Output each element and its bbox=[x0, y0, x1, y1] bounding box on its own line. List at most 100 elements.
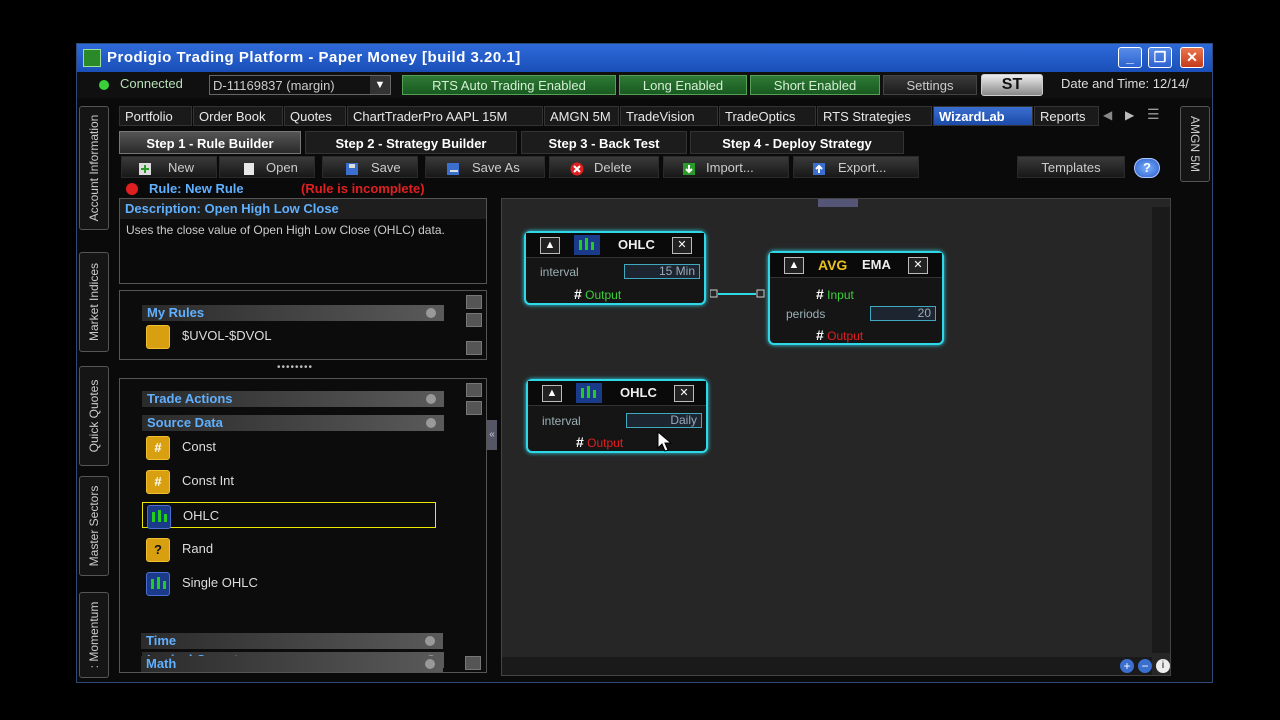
tab-rts-strategies[interactable]: RTS Strategies bbox=[817, 106, 932, 126]
hash-icon: # bbox=[146, 470, 170, 494]
list-item-single-ohlc[interactable]: Single OHLC bbox=[142, 570, 436, 596]
side-tab-quick-quotes[interactable]: Quick Quotes bbox=[79, 366, 109, 466]
zoom-in-icon[interactable]: + bbox=[1120, 659, 1134, 673]
collapse-icon[interactable] bbox=[425, 636, 435, 646]
close-button[interactable]: ✕ bbox=[1180, 47, 1204, 68]
scroll-up-icon[interactable] bbox=[466, 383, 482, 397]
list-item-const[interactable]: # Const bbox=[142, 434, 436, 460]
save-icon bbox=[345, 161, 359, 175]
trade-actions-header[interactable]: Trade Actions bbox=[142, 391, 444, 407]
side-tab-amgn-5m[interactable]: AMGN 5M bbox=[1180, 106, 1210, 182]
minimize-button[interactable]: _ bbox=[1118, 47, 1142, 68]
tab-tradevision[interactable]: TradeVision bbox=[620, 106, 718, 126]
new-button[interactable]: New bbox=[121, 156, 217, 178]
tab-step-1[interactable]: Step 1 - Rule Builder bbox=[119, 131, 301, 154]
list-item[interactable]: $UVOL-$DVOL bbox=[142, 323, 444, 349]
output-port[interactable]: # Output bbox=[574, 286, 621, 302]
chevron-down-icon[interactable]: ▼ bbox=[370, 76, 390, 94]
collapse-icon[interactable] bbox=[426, 394, 436, 404]
save-button[interactable]: Save bbox=[322, 156, 418, 178]
side-tab-master-sectors[interactable]: Master Sectors bbox=[79, 476, 109, 576]
info-icon[interactable]: i bbox=[1156, 659, 1170, 673]
side-tabs: Account Information Market Indices Quick… bbox=[77, 104, 111, 680]
collapse-icon[interactable] bbox=[425, 659, 435, 669]
source-data-header[interactable]: Source Data bbox=[142, 415, 444, 431]
collapse-node-icon[interactable]: ▲ bbox=[542, 385, 562, 402]
tab-scroll-left-icon[interactable]: ◀ bbox=[1103, 108, 1112, 122]
collapse-node-icon[interactable]: ▲ bbox=[540, 237, 560, 254]
settings-button[interactable]: Settings bbox=[883, 75, 977, 95]
side-tab-market-indices[interactable]: Market Indices bbox=[79, 252, 109, 352]
node-header: ▲ AVG EMA ✕ bbox=[770, 253, 942, 278]
templates-button[interactable]: Templates bbox=[1017, 156, 1125, 178]
remove-node-icon[interactable]: ✕ bbox=[672, 237, 692, 254]
side-tab-account-information[interactable]: Account Information bbox=[79, 106, 109, 230]
side-tab-momentum[interactable]: : Momentum bbox=[79, 592, 109, 678]
status-bar: Connected D-11169837 (margin) ▼ RTS Auto… bbox=[77, 72, 1212, 98]
splitter-handle[interactable]: •••••••• bbox=[277, 362, 313, 373]
math-header[interactable]: Math bbox=[141, 656, 443, 672]
canvas-expand-icon[interactable] bbox=[818, 199, 858, 207]
collapse-panel-icon[interactable]: « bbox=[487, 420, 497, 450]
rule-canvas[interactable]: + − i ▲ OHLC ✕ interval 15 Min # Output … bbox=[501, 198, 1171, 676]
open-button[interactable]: Open bbox=[219, 156, 315, 178]
vertical-scrollbar[interactable] bbox=[1152, 207, 1170, 653]
remove-node-icon[interactable]: ✕ bbox=[908, 257, 928, 274]
scroll-down-icon[interactable] bbox=[465, 656, 481, 670]
interval-field[interactable]: 15 Min bbox=[624, 264, 700, 279]
tab-charttraderpro[interactable]: ChartTraderPro AAPL 15M bbox=[347, 106, 543, 126]
my-rules-header[interactable]: My Rules bbox=[142, 305, 444, 321]
list-item-ohlc[interactable]: OHLC bbox=[142, 502, 436, 529]
rule-name: Rule: New Rule bbox=[149, 181, 244, 196]
time-header[interactable]: Time bbox=[141, 633, 443, 649]
collapse-icon[interactable] bbox=[426, 418, 436, 428]
tab-reports[interactable]: Reports bbox=[1034, 106, 1099, 126]
tab-wizardlab[interactable]: WizardLab bbox=[933, 106, 1033, 126]
tab-step-4[interactable]: Step 4 - Deploy Strategy bbox=[690, 131, 904, 154]
horizontal-scrollbar[interactable] bbox=[502, 657, 1152, 675]
periods-field[interactable]: 20 bbox=[870, 306, 936, 321]
auto-trading-button[interactable]: RTS Auto Trading Enabled bbox=[402, 75, 616, 95]
node-field-label: periods bbox=[786, 307, 826, 321]
output-port-label: Output bbox=[585, 288, 622, 302]
delete-button[interactable]: Delete bbox=[549, 156, 659, 178]
ema-node[interactable]: ▲ AVG EMA ✕ # Input periods 20 # Output bbox=[768, 251, 944, 345]
output-port[interactable]: # Output bbox=[816, 327, 863, 343]
scroll-thumb[interactable] bbox=[466, 313, 482, 327]
ohlc-node-1[interactable]: ▲ OHLC ✕ interval 15 Min # Output bbox=[524, 231, 706, 305]
tab-step-2[interactable]: Step 2 - Strategy Builder bbox=[305, 131, 517, 154]
tab-portfolio[interactable]: Portfolio bbox=[119, 106, 192, 126]
ohlc-node-2[interactable]: ▲ OHLC ✕ interval Daily # Output bbox=[526, 379, 708, 453]
tab-list-icon[interactable]: ☰ bbox=[1147, 106, 1160, 123]
short-enabled-button[interactable]: Short Enabled bbox=[750, 75, 880, 95]
list-item-rand[interactable]: ? Rand bbox=[142, 536, 436, 562]
account-select[interactable]: D-11169837 (margin) ▼ bbox=[209, 75, 391, 95]
tab-amgn-5m[interactable]: AMGN 5M bbox=[544, 106, 619, 126]
tab-order-book[interactable]: Order Book bbox=[193, 106, 283, 126]
import-button[interactable]: Import... bbox=[663, 156, 789, 178]
save-as-button[interactable]: Save As bbox=[425, 156, 545, 178]
help-icon[interactable]: ? bbox=[1134, 158, 1160, 178]
export-button[interactable]: Export... bbox=[793, 156, 919, 178]
collapse-icon[interactable] bbox=[426, 308, 436, 318]
collapse-node-icon[interactable]: ▲ bbox=[784, 257, 804, 274]
remove-node-icon[interactable]: ✕ bbox=[674, 385, 694, 402]
list-item-const-int[interactable]: # Const Int bbox=[142, 468, 436, 494]
maximize-button[interactable]: ❐ bbox=[1148, 47, 1172, 68]
zoom-out-icon[interactable]: − bbox=[1138, 659, 1152, 673]
rule-status: (Rule is incomplete) bbox=[301, 181, 425, 196]
scroll-thumb[interactable] bbox=[466, 401, 482, 415]
st-logo[interactable]: ST bbox=[981, 74, 1043, 96]
input-port[interactable]: # Input bbox=[816, 286, 854, 302]
output-port[interactable]: # Output bbox=[576, 434, 623, 450]
interval-field[interactable]: Daily bbox=[626, 413, 702, 428]
tab-step-3[interactable]: Step 3 - Back Test bbox=[521, 131, 687, 154]
tab-quotes[interactable]: Quotes bbox=[284, 106, 346, 126]
long-enabled-button[interactable]: Long Enabled bbox=[619, 75, 747, 95]
scroll-up-icon[interactable] bbox=[466, 295, 482, 309]
title-bar[interactable]: Prodigio Trading Platform - Paper Money … bbox=[77, 44, 1212, 72]
tab-scroll-right-icon[interactable]: ▶ bbox=[1125, 108, 1134, 122]
scroll-down-icon[interactable] bbox=[466, 341, 482, 355]
tab-tradeoptics[interactable]: TradeOptics bbox=[719, 106, 816, 126]
delete-icon bbox=[570, 161, 584, 176]
